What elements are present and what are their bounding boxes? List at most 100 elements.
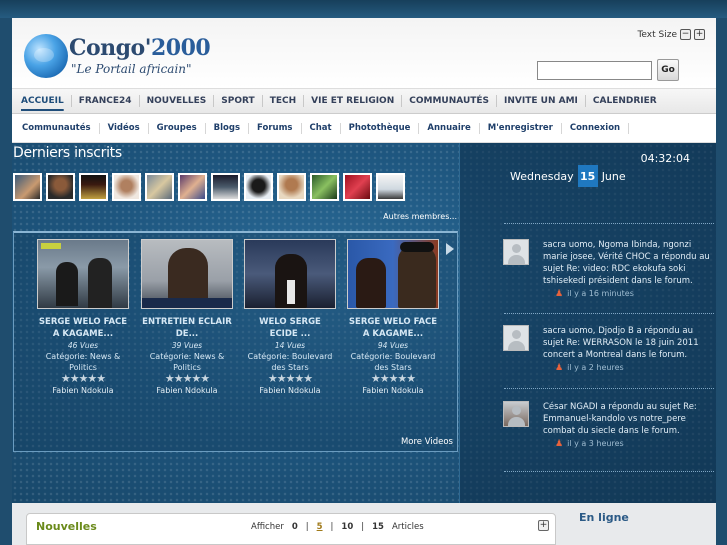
video-thumbnail[interactable] [244,239,336,309]
video-card[interactable]: ENTRETIEN ECLAIR DE... 39 Vues Catégorie:… [141,239,233,395]
member-avatars [13,173,405,201]
member-avatar[interactable] [145,173,174,201]
nav-nouvelles[interactable]: NOUVELLES [140,95,215,107]
video-author[interactable]: Fabien Ndokula [37,386,129,395]
nav-sport[interactable]: SPORT [214,95,263,107]
subnav-chat[interactable]: Chat [302,123,341,134]
search-go-button[interactable]: Go [657,59,679,81]
user-avatar-icon[interactable] [503,325,529,351]
logo-name-text: Congo' [69,35,151,61]
search-input[interactable] [537,61,652,80]
page: Congo'2000 "Le Portail africain" Text Si… [12,18,716,545]
nav-invite-un-ami[interactable]: INVITE UN AMI [497,95,586,107]
video-thumbnail[interactable] [347,239,439,309]
activity-time: ♟ il y a 2 heures [543,362,713,374]
afficher-label: Afficher [251,522,284,532]
activity-message[interactable]: sacra uomo, Ngoma Ibinda, ngonzi marie j… [543,239,713,287]
subnav-phototheque[interactable]: Photothèque [341,123,420,134]
more-members-link[interactable]: Autres membres... [383,212,457,221]
video-thumbnail[interactable] [141,239,233,309]
member-avatar[interactable] [46,173,75,201]
member-avatar[interactable] [13,173,42,201]
nav-calendrier[interactable]: CALENDRIER [586,95,664,107]
subnav-communautes[interactable]: Communautés [14,123,100,134]
nav-communautes[interactable]: COMMUNAUTÉS [402,95,498,107]
pin-icon: ♟ [555,363,564,373]
activity-message[interactable]: sacra uomo, Djodjo B a répondu au sujet … [543,325,713,361]
nav-vie-et-religion[interactable]: VIE ET RELIGION [304,95,403,107]
member-avatar[interactable] [343,173,372,201]
activity-message[interactable]: César NGADI a répondu au sujet Re: Emman… [543,401,713,437]
date-display: Wednesday 15 June [510,165,626,187]
video-views: 94 Vues [377,341,409,350]
date-weekday: Wednesday [510,169,574,183]
activity-when: il y a 2 heures [567,363,624,372]
member-avatar[interactable] [376,173,405,201]
member-avatar[interactable] [244,173,273,201]
online-title: En ligne [579,511,629,524]
subnav-forums[interactable]: Forums [249,123,302,134]
activity-when: il y a 16 minutes [567,289,634,298]
video-title[interactable]: ENTRETIEN ECLAIR DE... [141,316,233,340]
member-avatar[interactable] [310,173,339,201]
nav-france24[interactable]: FRANCE24 [72,95,140,107]
user-avatar-icon[interactable] [503,239,529,265]
nav-tech[interactable]: TECH [263,95,305,107]
count-option-15[interactable]: 15 [372,522,384,532]
pager-sep: | [330,522,334,532]
video-author[interactable]: Fabien Ndokula [141,386,233,395]
bottom-area: Nouvelles Afficher 0 | 5 | 10 | 15 Artic… [12,503,716,545]
video-card[interactable]: SERGE WELO FACE A KAGAME... 94 Vues Catég… [347,239,439,395]
nav-accueil[interactable]: ACCUEIL [14,95,72,107]
video-title[interactable]: WELO SERGE ECIDE ... [244,316,336,340]
video-card[interactable]: SERGE WELO FACE A KAGAME... 46 Vues Catég… [37,239,129,395]
video-title[interactable]: SERGE WELO FACE A KAGAME... [37,316,129,340]
logo-tagline: "Le Portail africain" [71,62,192,76]
next-arrow-icon[interactable] [446,243,454,255]
video-title[interactable]: SERGE WELO FACE A KAGAME... [347,316,439,340]
count-option-5[interactable]: 5 [317,522,323,532]
pager-sep: | [361,522,365,532]
video-thumbnail[interactable] [37,239,129,309]
activity-text: sacra uomo, Ngoma Ibinda, ngonzi marie j… [543,239,713,300]
video-author[interactable]: Fabien Ndokula [347,386,439,395]
count-option-0[interactable]: 0 [292,522,298,532]
more-videos-link[interactable]: More Videos [401,437,453,447]
count-option-10[interactable]: 10 [341,522,353,532]
videos-carousel: SERGE WELO FACE A KAGAME... 46 Vues Catég… [13,231,458,452]
text-decrease-button[interactable]: − [680,29,691,40]
video-card[interactable]: WELO SERGE ECIDE ... 14 Vues Catégorie: B… [244,239,336,395]
pin-icon: ♟ [555,439,564,449]
video-author[interactable]: Fabien Ndokula [244,386,336,395]
subnav-connexion[interactable]: Connexion [562,123,630,134]
subnav-blogs[interactable]: Blogs [206,123,250,134]
date-month: June [601,169,626,183]
nouvelles-title: Nouvelles [36,520,97,533]
rating-stars[interactable]: ★★★★★ [141,373,233,385]
subnav-m-enregistrer[interactable]: M'enregistrer [480,123,562,134]
main-nav: ACCUEIL FRANCE24 NOUVELLES SPORT TECH VI… [12,88,716,114]
member-avatar[interactable] [277,173,306,201]
member-avatar[interactable] [211,173,240,201]
subnav-annuaire[interactable]: Annuaire [419,123,480,134]
rating-stars[interactable]: ★★★★★ [347,373,439,385]
subnav-videos[interactable]: Vidéos [100,123,149,134]
member-avatar[interactable] [178,173,207,201]
logo-number: 2000 [150,35,211,61]
rating-stars[interactable]: ★★★★★ [37,373,129,385]
text-size-control: Text Size − + [637,29,705,40]
subnav-groupes[interactable]: Groupes [149,123,206,134]
video-category: Catégorie: Boulevard des Stars [350,352,436,372]
divider [504,313,714,314]
logo-name[interactable]: Congo'2000 [69,35,211,61]
text-increase-button[interactable]: + [694,29,705,40]
expand-button[interactable]: + [538,520,549,531]
articles-label: Articles [391,522,424,532]
member-avatar[interactable] [112,173,141,201]
rating-stars[interactable]: ★★★★★ [244,373,336,385]
member-avatar[interactable] [79,173,108,201]
globe-logo-icon[interactable] [24,34,68,78]
user-avatar-photo[interactable] [503,401,529,427]
divider [504,388,714,389]
sub-nav: Communautés Vidéos Groupes Blogs Forums … [12,115,716,143]
